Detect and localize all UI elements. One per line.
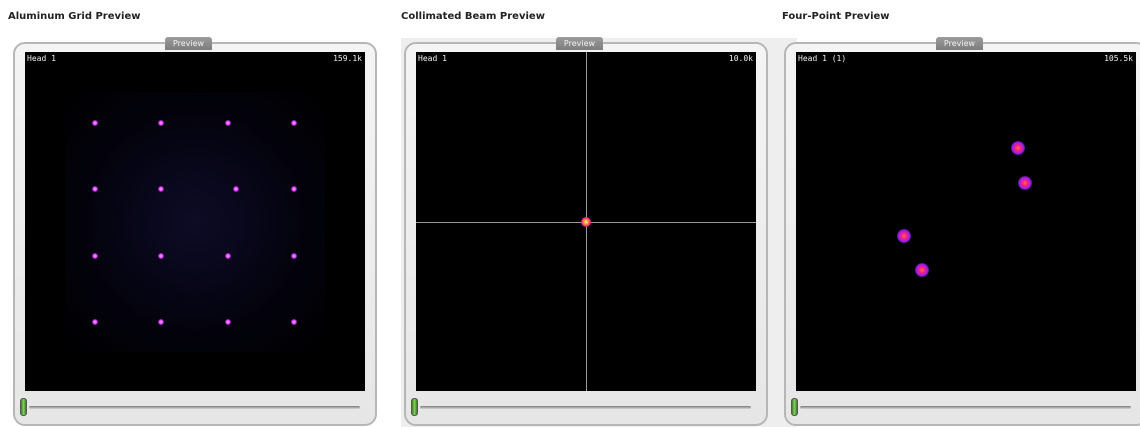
detector-spot [158, 186, 164, 192]
detector-spot [225, 120, 231, 126]
head-label: Head 1 [27, 54, 56, 63]
detector-spot [92, 186, 98, 192]
detector-spot [158, 319, 164, 325]
count-label: 105.5k [1104, 54, 1133, 63]
detector-spot [1011, 141, 1025, 155]
slider-thumb-icon[interactable] [411, 398, 418, 416]
preview-tab[interactable]: Preview [165, 37, 212, 50]
head-label: Head 1 (1) [798, 54, 847, 63]
detector-spot [581, 217, 591, 227]
four-point-heading: Four-Point Preview [782, 11, 890, 22]
preview-display[interactable]: Head 1 10.0k [416, 52, 756, 391]
detector-spot [291, 319, 297, 325]
preview-display[interactable]: Head 1 159.1k [25, 52, 365, 391]
head-label: Head 1 [418, 54, 447, 63]
detector-spot [92, 319, 98, 325]
detector-spot [158, 253, 164, 259]
count-label: 10.0k [728, 54, 753, 63]
detector-spot [291, 253, 297, 259]
detector-spot [897, 229, 911, 243]
detector-spot [92, 120, 98, 126]
detector-spot [225, 253, 231, 259]
frame-slider[interactable] [29, 406, 360, 409]
detector-spot [291, 186, 297, 192]
aluminum-grid-panel: Preview Head 1 159.1k [13, 37, 377, 426]
collimated-beam-heading: Collimated Beam Preview [401, 11, 545, 22]
detector-spot [291, 120, 297, 126]
frame-slider[interactable] [800, 406, 1131, 409]
detector-spot [225, 319, 231, 325]
grid-background [65, 92, 325, 352]
frame-slider[interactable] [420, 406, 751, 409]
detector-spot [233, 186, 239, 192]
preview-tab[interactable]: Preview [556, 37, 603, 50]
detector-spot [92, 253, 98, 259]
slider-thumb-icon[interactable] [20, 398, 27, 416]
detector-spot [915, 263, 929, 277]
detector-spot [158, 120, 164, 126]
count-label: 159.1k [333, 54, 362, 63]
preview-display[interactable]: Head 1 (1) 105.5k [796, 52, 1136, 391]
four-point-panel: Preview Head 1 (1) 105.5k [784, 37, 1140, 426]
preview-tab[interactable]: Preview [936, 37, 983, 50]
aluminum-grid-heading: Aluminum Grid Preview [8, 11, 141, 22]
detector-spot [1018, 176, 1032, 190]
collimated-beam-panel: Preview Head 1 10.0k [404, 37, 768, 426]
slider-thumb-icon[interactable] [791, 398, 798, 416]
